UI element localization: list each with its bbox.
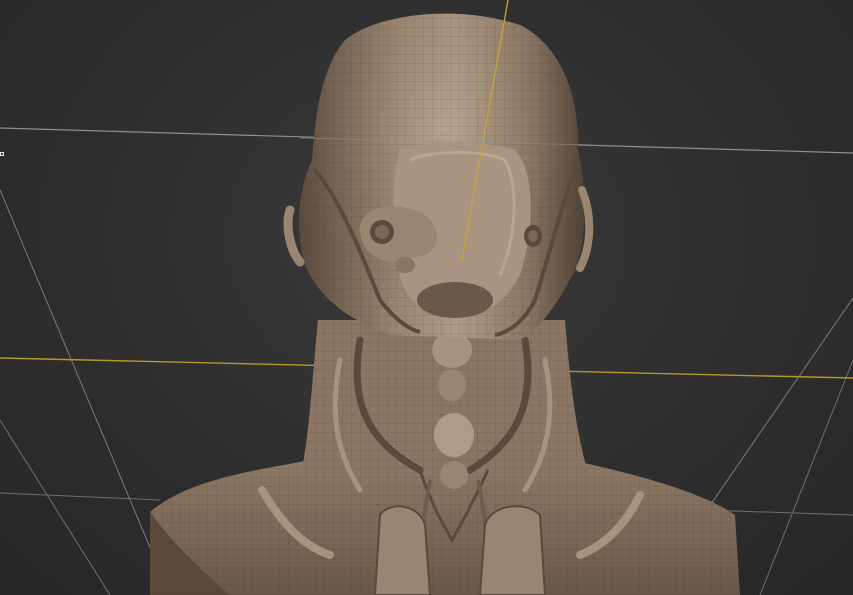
model-sensor-right	[524, 225, 542, 247]
model-chest-pad-left	[373, 505, 432, 595]
grid-line	[759, 359, 853, 595]
grid-line	[0, 189, 171, 595]
grid-line	[699, 297, 853, 521]
viewport-scene[interactable]	[0, 0, 853, 595]
grid-line	[0, 419, 111, 595]
sculpt-model[interactable]	[150, 13, 740, 595]
model-chest-pad-right	[478, 505, 547, 595]
grid-line	[0, 492, 161, 501]
3d-viewport[interactable]	[0, 0, 853, 595]
selection-handle[interactable]	[0, 152, 4, 156]
